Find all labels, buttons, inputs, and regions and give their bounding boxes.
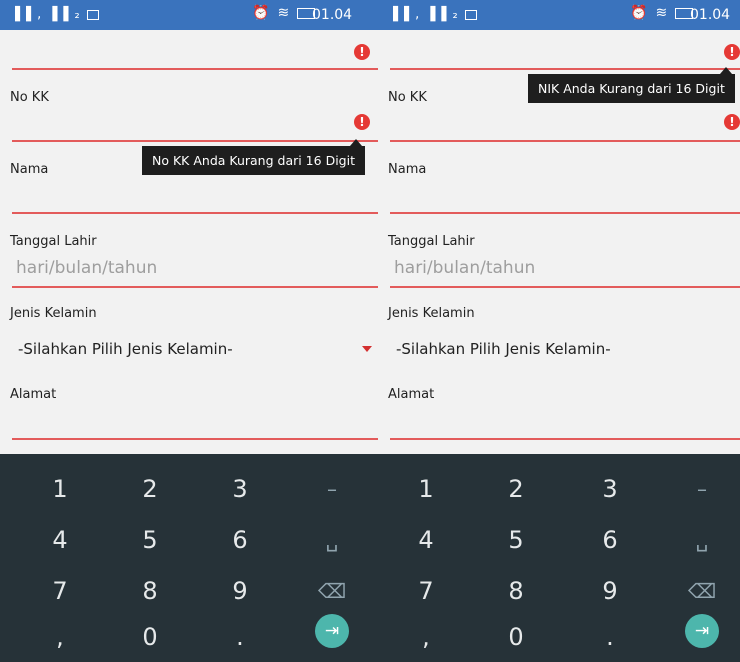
key-1[interactable]: 1 <box>14 466 106 512</box>
tanggal-lahir-label: Tanggal Lahir <box>10 234 97 249</box>
key-2[interactable]: 2 <box>470 466 562 512</box>
key-3[interactable]: 3 <box>564 466 656 512</box>
left-screen: ▐▐ , ▐▐ ₂ ⏰ ≋ 01.04 ! No KK ! No KK Anda … <box>0 0 378 662</box>
next-field-key[interactable]: ⇥ <box>315 614 349 648</box>
nik-error-tooltip: NIK Anda Kurang dari 16 Digit <box>528 74 735 103</box>
status-bar: ▐▐ , ▐▐ ₂ ⏰ ≋ 01.04 <box>378 0 740 30</box>
no-kk-field[interactable] <box>390 140 740 142</box>
alarm-icon: ⏰ <box>630 5 648 21</box>
key-6[interactable]: 6 <box>194 517 286 563</box>
tanggal-lahir-input[interactable]: hari/bulan/tahun <box>16 258 157 278</box>
key-period[interactable]: . <box>564 614 656 660</box>
tanggal-lahir-input[interactable]: hari/bulan/tahun <box>394 258 535 278</box>
key-6[interactable]: 6 <box>564 517 656 563</box>
key-comma[interactable]: , <box>380 614 472 660</box>
wifi-icon: ≋ <box>277 5 290 21</box>
numeric-keyboard: 1 2 3 – 4 5 6 ␣ 7 8 9 ⌫ , 0 . ⇥ <box>378 454 740 662</box>
key-space[interactable]: ␣ <box>286 517 378 563</box>
key-3[interactable]: 3 <box>194 466 286 512</box>
status-time: 01.04 <box>312 7 353 23</box>
nama-field[interactable] <box>12 212 378 214</box>
key-minus[interactable]: – <box>656 466 740 512</box>
key-5[interactable]: 5 <box>470 517 562 563</box>
dropdown-arrow-icon[interactable] <box>362 346 372 352</box>
alamat-label: Alamat <box>10 387 57 402</box>
alamat-label: Alamat <box>388 387 435 402</box>
tooltip-pointer <box>720 67 732 74</box>
jenis-kelamin-dropdown[interactable]: -Silahkan Pilih Jenis Kelamin- <box>396 340 611 358</box>
alamat-field[interactable] <box>390 438 740 440</box>
screenshot-comparison: ▐▐ , ▐▐ ₂ ⏰ ≋ 01.04 ! No KK ! No KK Anda … <box>0 0 740 662</box>
key-period[interactable]: . <box>194 614 286 660</box>
key-4[interactable]: 4 <box>14 517 106 563</box>
key-space[interactable]: ␣ <box>656 517 740 563</box>
jenis-kelamin-dropdown[interactable]: -Silahkan Pilih Jenis Kelamin- <box>18 340 233 358</box>
image-notification-icon <box>86 9 99 20</box>
jenis-kelamin-label: Jenis Kelamin <box>10 306 97 321</box>
no-kk-label: No KK <box>10 90 49 105</box>
no-kk-field[interactable] <box>12 140 378 142</box>
key-backspace[interactable]: ⌫ <box>656 568 740 614</box>
right-screen: ▐▐ , ▐▐ ₂ ⏰ ≋ 01.04 ! NIK Anda Kurang dar… <box>378 0 740 662</box>
key-4[interactable]: 4 <box>380 517 472 563</box>
no-kk-label: No KK <box>388 90 427 105</box>
alarm-icon: ⏰ <box>252 5 270 21</box>
key-0[interactable]: 0 <box>104 614 196 660</box>
key-0[interactable]: 0 <box>470 614 562 660</box>
key-2[interactable]: 2 <box>104 466 196 512</box>
no-kk-error-icon[interactable]: ! <box>724 114 740 130</box>
no-kk-error-tooltip: No KK Anda Kurang dari 16 Digit <box>142 146 365 175</box>
nik-field[interactable] <box>390 68 740 70</box>
tooltip-pointer <box>350 139 362 146</box>
jenis-kelamin-label: Jenis Kelamin <box>388 306 475 321</box>
nama-label: Nama <box>10 162 49 177</box>
signal-icon: ▐▐ , ▐▐ ₂ <box>388 7 477 22</box>
alamat-field[interactable] <box>12 438 378 440</box>
key-backspace[interactable]: ⌫ <box>286 568 378 614</box>
key-8[interactable]: 8 <box>104 568 196 614</box>
key-1[interactable]: 1 <box>380 466 472 512</box>
nama-field[interactable] <box>390 212 740 214</box>
signal-icon: ▐▐ , ▐▐ ₂ <box>10 7 99 22</box>
nik-error-icon[interactable]: ! <box>724 44 740 60</box>
tanggal-lahir-label: Tanggal Lahir <box>388 234 475 249</box>
key-9[interactable]: 9 <box>564 568 656 614</box>
image-notification-icon <box>464 9 477 20</box>
nik-field[interactable] <box>12 68 378 70</box>
status-time: 01.04 <box>690 7 731 23</box>
nik-error-icon[interactable]: ! <box>354 44 370 60</box>
key-9[interactable]: 9 <box>194 568 286 614</box>
no-kk-error-icon[interactable]: ! <box>354 114 370 130</box>
registration-form: ! No KK ! No KK Anda Kurang dari 16 Digi… <box>0 30 378 454</box>
key-7[interactable]: 7 <box>380 568 472 614</box>
key-8[interactable]: 8 <box>470 568 562 614</box>
key-comma[interactable]: , <box>14 614 106 660</box>
registration-form: ! NIK Anda Kurang dari 16 Digit No KK ! … <box>378 30 740 454</box>
wifi-icon: ≋ <box>655 5 668 21</box>
key-minus[interactable]: – <box>286 466 378 512</box>
status-bar: ▐▐ , ▐▐ ₂ ⏰ ≋ 01.04 <box>0 0 378 30</box>
tanggal-lahir-underline <box>12 286 378 288</box>
numeric-keyboard: 1 2 3 – 4 5 6 ␣ 7 8 9 ⌫ , 0 . ⇥ <box>0 454 378 662</box>
key-5[interactable]: 5 <box>104 517 196 563</box>
tanggal-lahir-underline <box>390 286 740 288</box>
nama-label: Nama <box>388 162 427 177</box>
next-field-key[interactable]: ⇥ <box>685 614 719 648</box>
key-7[interactable]: 7 <box>14 568 106 614</box>
